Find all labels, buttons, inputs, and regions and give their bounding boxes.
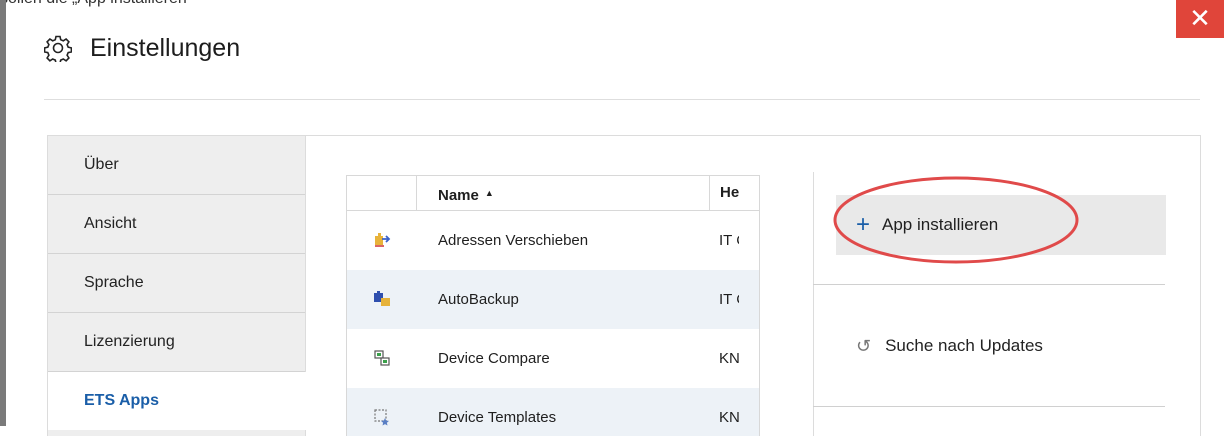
apps-table: Name ▲ He Adressen Verschieben IT C AutoB… (346, 175, 760, 436)
app-manufacturer: IT C (719, 232, 739, 249)
app-manufacturer: IT C (719, 291, 739, 308)
actions-divider-bottom (813, 406, 1165, 407)
column-header-name[interactable]: Name ▲ (417, 176, 708, 210)
sort-ascending-icon: ▲ (484, 188, 494, 198)
app-manufacturer: KN (719, 409, 739, 426)
close-icon: ✕ (1189, 4, 1211, 34)
column-name-label: Name (438, 187, 479, 204)
sidebar-item-ueber[interactable]: Über (48, 136, 305, 195)
dialog-header: Einstellungen (44, 28, 240, 68)
app-name: Device Templates (438, 409, 557, 426)
app-name: Device Compare (438, 350, 550, 367)
check-updates-button[interactable]: ↺ Suche nach Updates (856, 331, 1043, 361)
check-updates-label: Suche nach Updates (885, 336, 1043, 355)
settings-sidebar: Über Ansicht Sprache Lizenzierung ETS Ap… (48, 136, 306, 436)
table-row[interactable]: Device Templates KN (347, 388, 759, 436)
table-header: Name ▲ He (347, 176, 759, 211)
app-name: Adressen Verschieben (438, 232, 589, 249)
table-row[interactable]: AutoBackup IT C (347, 270, 759, 329)
sidebar-item-ansicht[interactable]: Ansicht (48, 195, 305, 254)
table-row[interactable]: Device Compare KN (347, 329, 759, 388)
install-app-label: App installieren (882, 215, 999, 234)
close-button[interactable]: ✕ (1176, 0, 1224, 38)
header-divider (44, 99, 1200, 100)
sidebar-item-lizenzierung[interactable]: Lizenzierung (48, 313, 305, 372)
puzzle-arrows-icon (375, 233, 391, 247)
settings-content: Über Ansicht Sprache Lizenzierung ETS Ap… (47, 135, 1201, 436)
panel-divider (813, 172, 814, 436)
install-app-button[interactable]: + App installieren (836, 195, 1166, 255)
column-header-manufacturer[interactable]: He (709, 176, 759, 210)
column-header-icon[interactable] (347, 176, 417, 210)
sidebar-item-ets-apps[interactable]: ETS Apps (48, 372, 306, 430)
top-caption: sollen die „App installieren“ (0, 0, 300, 8)
sidebar-item-sprache[interactable]: Sprache (48, 254, 305, 313)
plus-icon: + (856, 211, 871, 238)
gear-icon (44, 35, 72, 62)
compare-devices-icon (374, 350, 390, 366)
window-left-border (0, 0, 6, 426)
table-row[interactable]: Adressen Verschieben IT C (347, 211, 759, 270)
app-manufacturer: KN (719, 350, 739, 367)
puzzle-folder-icon (374, 291, 390, 306)
refresh-icon: ↺ (856, 335, 872, 356)
page-title: Einstellungen (90, 33, 241, 62)
actions-divider (813, 284, 1165, 285)
app-name: AutoBackup (438, 291, 519, 308)
device-template-icon (374, 409, 389, 426)
